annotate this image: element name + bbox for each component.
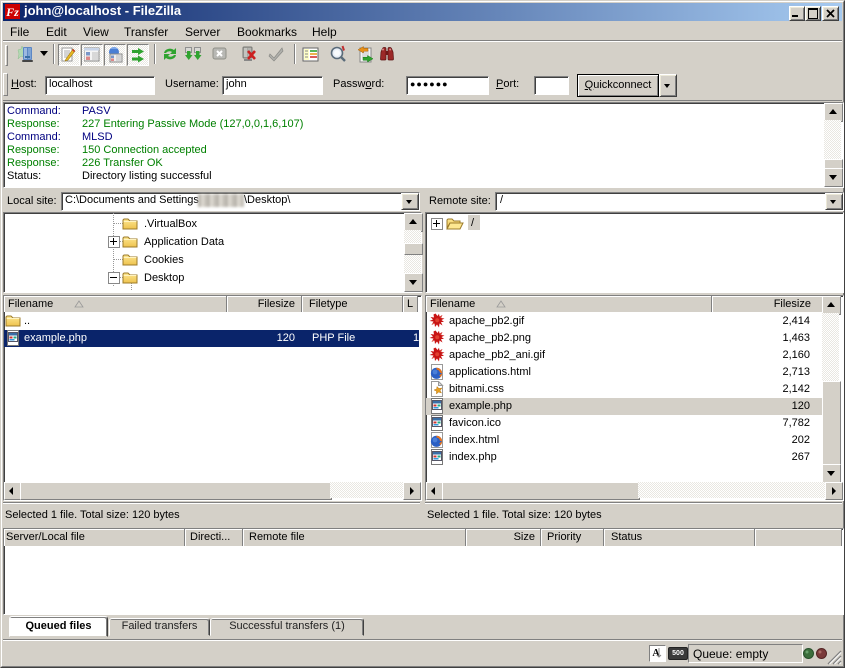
svg-text:Fz: Fz — [5, 5, 19, 19]
